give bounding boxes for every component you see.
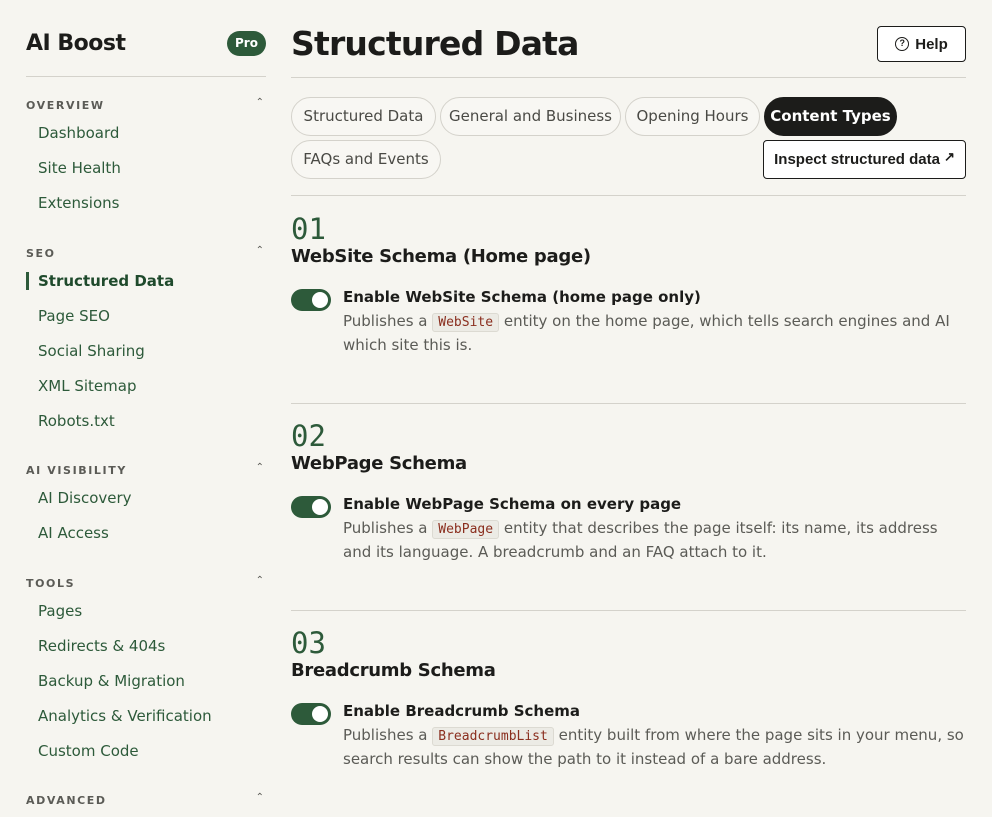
section-label: AI VISIBILITY: [26, 464, 127, 477]
section-label: ADVANCED: [26, 794, 107, 807]
sidebar-item-social-sharing[interactable]: Social Sharing: [26, 334, 266, 369]
sidebar-item-label: Analytics & Verification: [38, 707, 212, 725]
sidebar-item-analytics-verification[interactable]: Analytics & Verification: [26, 699, 266, 734]
sidebar: AI Boost Pro OVERVIEW ⌃ Dashboard Site H…: [26, 0, 266, 817]
sidebar-item-structured-data[interactable]: Structured Data: [26, 264, 266, 299]
tab-general-and-business[interactable]: General and Business: [440, 97, 621, 136]
schema-number: 03: [291, 626, 326, 660]
code-entity: WebSite: [432, 313, 500, 332]
sidebar-item-site-health[interactable]: Site Health: [26, 151, 266, 186]
nav-section-ai-visibility: AI VISIBILITY ⌃ AI Discovery AI Access: [26, 461, 266, 551]
sidebar-item-extensions[interactable]: Extensions: [26, 186, 266, 221]
desc-text: Publishes a: [343, 519, 428, 537]
chevron-up-icon: ⌃: [255, 792, 264, 803]
schema-title: WebSite Schema (Home page): [291, 246, 591, 267]
sidebar-item-label: Robots.txt: [38, 412, 115, 430]
section-divider: [291, 610, 966, 611]
section-toggle-tools[interactable]: TOOLS ⌃: [26, 574, 266, 594]
chevron-up-icon: ⌃: [255, 575, 264, 586]
code-entity: WebPage: [432, 520, 500, 539]
help-button[interactable]: ? Help: [877, 26, 966, 62]
tab-faqs-and-events[interactable]: FAQs and Events: [291, 140, 441, 179]
sidebar-item-xml-sitemap[interactable]: XML Sitemap: [26, 369, 266, 404]
option-description: Publishes a BreadcrumbList entity built …: [343, 724, 966, 770]
sidebar-item-redirects[interactable]: Redirects & 404s: [26, 629, 266, 664]
tab-structured-data[interactable]: Structured Data: [291, 97, 436, 136]
option-description: Publishes a WebSite entity on the home p…: [343, 310, 966, 356]
tab-opening-hours[interactable]: Opening Hours: [625, 97, 760, 136]
section-label: SEO: [26, 247, 56, 260]
desc-text: Publishes a: [343, 312, 428, 330]
brand-title: AI Boost: [26, 31, 126, 56]
nav-section-overview: OVERVIEW ⌃ Dashboard Site Health Extensi…: [26, 96, 266, 221]
sidebar-item-label: Custom Code: [38, 742, 139, 760]
schema-number: 02: [291, 419, 326, 453]
sidebar-item-custom-code[interactable]: Custom Code: [26, 734, 266, 769]
toggle-knob: [312, 499, 328, 515]
schema-title: WebPage Schema: [291, 453, 467, 474]
sidebar-item-pages[interactable]: Pages: [26, 594, 266, 629]
sidebar-item-label: Social Sharing: [38, 342, 145, 360]
sidebar-item-robots-txt[interactable]: Robots.txt: [26, 404, 266, 439]
desc-text: Publishes a: [343, 726, 428, 744]
tab-content-types[interactable]: Content Types: [764, 97, 897, 136]
chevron-up-icon: ⌃: [255, 245, 264, 256]
sidebar-item-page-seo[interactable]: Page SEO: [26, 299, 266, 334]
external-link-icon: ↗: [943, 148, 955, 164]
breadcrumb-schema-toggle[interactable]: [291, 703, 331, 725]
section-toggle-overview[interactable]: OVERVIEW ⌃: [26, 96, 266, 116]
sidebar-item-label: XML Sitemap: [38, 377, 137, 395]
chevron-up-icon: ⌃: [255, 462, 264, 473]
sidebar-item-backup-migration[interactable]: Backup & Migration: [26, 664, 266, 699]
schema-number: 01: [291, 212, 326, 246]
sidebar-divider: [26, 76, 266, 77]
sidebar-item-label: Backup & Migration: [38, 672, 185, 690]
main-content: Structured Data ? Help Structured Data G…: [291, 0, 966, 817]
toggle-knob: [312, 706, 328, 722]
section-divider: [291, 403, 966, 404]
title-divider: [291, 77, 966, 78]
sidebar-item-dashboard[interactable]: Dashboard: [26, 116, 266, 151]
toggle-knob: [312, 292, 328, 308]
section-toggle-ai-visibility[interactable]: AI VISIBILITY ⌃: [26, 461, 266, 481]
nav-section-tools: TOOLS ⌃ Pages Redirects & 404s Backup & …: [26, 574, 266, 769]
option-title: Enable WebSite Schema (home page only): [343, 288, 701, 306]
nav-section-advanced: ADVANCED ⌃: [26, 791, 266, 811]
chevron-up-icon: ⌃: [255, 97, 264, 108]
option-description: Publishes a WebPage entity that describe…: [343, 517, 966, 563]
page-title: Structured Data: [291, 24, 579, 63]
nav-section-seo: SEO ⌃ Structured Data Page SEO Social Sh…: [26, 244, 266, 439]
website-schema-toggle[interactable]: [291, 289, 331, 311]
section-toggle-seo[interactable]: SEO ⌃: [26, 244, 266, 264]
sidebar-item-label: Redirects & 404s: [38, 637, 166, 655]
code-entity: BreadcrumbList: [432, 727, 554, 746]
help-label: Help: [915, 35, 948, 53]
sidebar-item-label: AI Access: [38, 524, 109, 542]
sidebar-item-ai-discovery[interactable]: AI Discovery: [26, 481, 266, 516]
option-title: Enable Breadcrumb Schema: [343, 702, 581, 720]
sidebar-item-ai-access[interactable]: AI Access: [26, 516, 266, 551]
section-label: TOOLS: [26, 577, 76, 590]
sidebar-item-label: Pages: [38, 602, 83, 620]
tabs-divider: [291, 195, 966, 196]
sidebar-item-label: Page SEO: [38, 307, 110, 325]
sidebar-item-label: Extensions: [38, 194, 120, 212]
sidebar-item-label: AI Discovery: [38, 489, 132, 507]
sidebar-item-label: Dashboard: [38, 124, 120, 142]
pro-badge: Pro: [227, 31, 266, 56]
section-label: OVERVIEW: [26, 99, 105, 112]
schema-title: Breadcrumb Schema: [291, 660, 496, 681]
inspect-label: Inspect structured data: [774, 151, 940, 168]
sidebar-item-label: Structured Data: [38, 272, 175, 290]
section-toggle-advanced[interactable]: ADVANCED ⌃: [26, 791, 266, 811]
brand: AI Boost Pro: [26, 31, 266, 57]
sidebar-item-label: Site Health: [38, 159, 121, 177]
question-circle-icon: ?: [895, 37, 910, 51]
inspect-structured-data-button[interactable]: Inspect structured data ↗: [763, 140, 966, 179]
option-title: Enable WebPage Schema on every page: [343, 495, 682, 513]
webpage-schema-toggle[interactable]: [291, 496, 331, 518]
